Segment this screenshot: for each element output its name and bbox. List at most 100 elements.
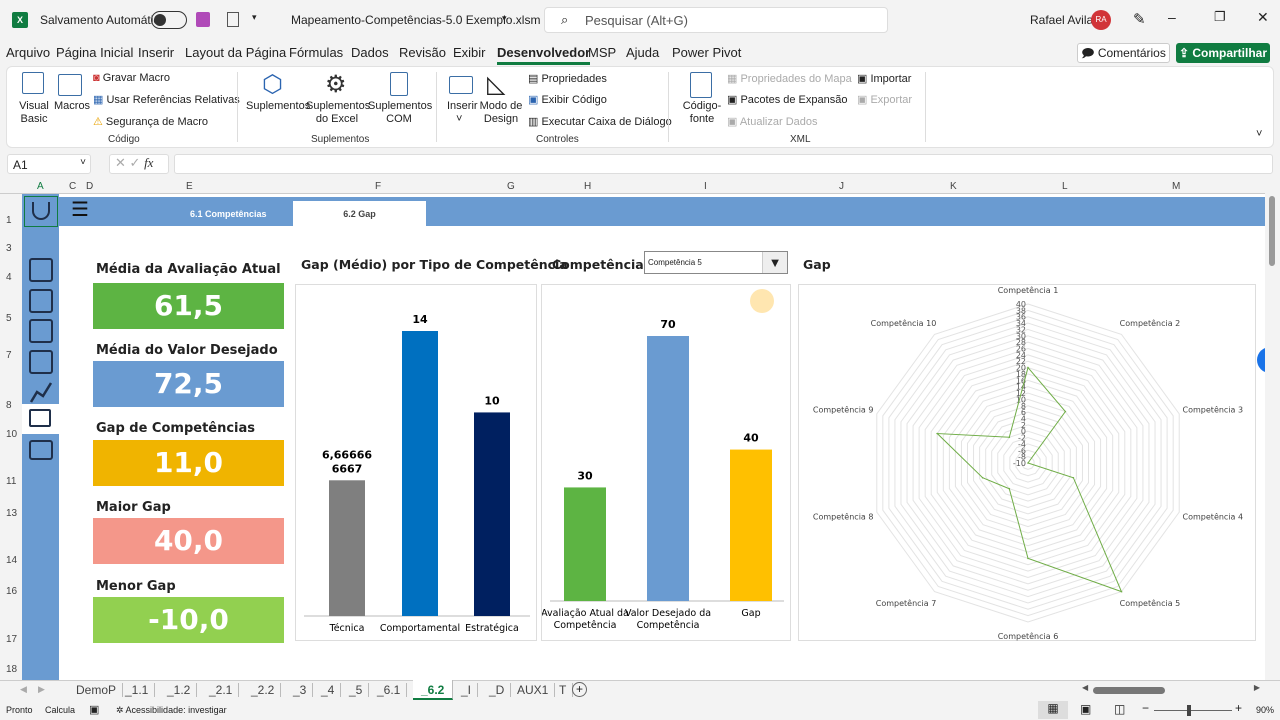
- row-header[interactable]: 10: [6, 429, 17, 440]
- column-header-e[interactable]: E: [186, 181, 193, 192]
- macros-button[interactable]: Macros: [54, 100, 90, 112]
- com-addins-button[interactable]: Suplementos COM: [368, 100, 432, 126]
- name-box[interactable]: A1 ˅: [7, 154, 91, 174]
- minimize-icon[interactable]: –: [1168, 9, 1176, 25]
- row-header[interactable]: 7: [6, 350, 12, 361]
- close-icon[interactable]: ✕: [1257, 9, 1269, 26]
- add-sheet-button[interactable]: +: [572, 682, 587, 697]
- row-header[interactable]: 1: [6, 215, 12, 226]
- tab-revisao[interactable]: Revisão: [399, 45, 446, 60]
- run-dialog-button[interactable]: ▥ Executar Caixa de Diálogo: [528, 115, 672, 128]
- search-input[interactable]: Pesquisar (Alt+G): [585, 13, 688, 28]
- tab-msp[interactable]: MSP: [588, 45, 616, 60]
- visual-basic-button[interactable]: Visual Basic: [19, 100, 49, 126]
- tab-power-pivot[interactable]: Power Pivot: [672, 45, 741, 60]
- expansion-packs-button[interactable]: ▣ Pacotes de Expansão: [727, 93, 847, 106]
- sheet-tab[interactable]: _6.1: [371, 683, 408, 697]
- cancel-icon[interactable]: ✕: [115, 155, 126, 170]
- comments-button[interactable]: 🗩 Comentários: [1077, 43, 1170, 63]
- quick-access-icon[interactable]: [227, 12, 239, 27]
- horizontal-scrollbar[interactable]: ◀ ▶: [1082, 683, 1260, 696]
- file-menu-chevron-icon[interactable]: ▾: [502, 13, 507, 24]
- sheet-tab[interactable]: _D: [483, 683, 512, 697]
- book-icon[interactable]: [29, 440, 53, 460]
- share-button[interactable]: ⇪ Compartilhar: [1176, 43, 1270, 63]
- sheet-tab[interactable]: _I: [455, 683, 479, 697]
- collapse-ribbon-icon[interactable]: ˅: [1256, 128, 1262, 140]
- tab-desenvolvedor[interactable]: Desenvolvedor: [497, 45, 591, 65]
- fx-icon[interactable]: fx: [144, 155, 153, 170]
- column-header-c[interactable]: C: [69, 181, 76, 192]
- row-header[interactable]: 14: [6, 555, 17, 566]
- avatar[interactable]: RA: [1091, 10, 1111, 30]
- zoom-slider[interactable]: − +: [1142, 701, 1242, 717]
- pen-icon[interactable]: ✎: [1133, 10, 1146, 28]
- tab-inserir[interactable]: Inserir: [138, 45, 174, 60]
- search-box[interactable]: ⌕ Pesquisar (Alt+G): [544, 7, 888, 33]
- next-sheet-icon[interactable]: ▶: [38, 684, 45, 695]
- refresh-data-button[interactable]: ▣ Atualizar Dados: [727, 115, 818, 128]
- prev-sheet-icon[interactable]: ◀: [20, 684, 27, 695]
- confirm-icon[interactable]: ✓: [130, 155, 141, 170]
- accessibility-status[interactable]: ✲ Acessibilidade: investigar: [116, 705, 227, 716]
- properties-button[interactable]: ▤ Propriedades: [528, 72, 607, 85]
- view-code-button[interactable]: ▣ Exibir Código: [528, 93, 607, 106]
- tab-dados[interactable]: Dados: [351, 45, 389, 60]
- column-header-g[interactable]: G: [507, 181, 515, 192]
- tab-pagina-inicial[interactable]: Página Inicial: [56, 45, 133, 60]
- chart-radar-gap[interactable]: -10 -8 -6 -4 -2 0 2 4 6 8 10 12 14 16 18 20 22 24 26 28 30 32…: [798, 284, 1256, 641]
- insert-chevron-icon[interactable]: ˅: [456, 113, 462, 125]
- column-header-j[interactable]: J: [839, 181, 844, 192]
- source-button[interactable]: Código-fonte: [682, 100, 722, 126]
- sheet-tab[interactable]: AUX1: [511, 683, 556, 697]
- sheet-tab[interactable]: _1.1: [119, 683, 156, 697]
- customize-qat-icon[interactable]: ▾: [252, 12, 257, 23]
- chart-gap-by-type[interactable]: 6,66666 6667 Técnica 14 Comportamental 10 Estr…: [295, 284, 537, 641]
- sheet-tab[interactable]: _4: [315, 683, 342, 697]
- tab-formulas[interactable]: Fórmulas: [289, 45, 343, 60]
- competencia-dropdown[interactable]: Competência 5 ▼: [644, 251, 788, 274]
- map-properties-button[interactable]: ▦ Propriedades do Mapa: [727, 72, 852, 85]
- row-header[interactable]: 13: [6, 508, 17, 519]
- row-header[interactable]: 5: [6, 313, 12, 324]
- save-icon[interactable]: [196, 12, 210, 27]
- zoom-level[interactable]: 90%: [1256, 705, 1274, 715]
- column-header-f[interactable]: F: [375, 181, 381, 192]
- normal-view-icon[interactable]: ▦: [1038, 701, 1068, 719]
- row-header[interactable]: 17: [6, 634, 17, 645]
- vertical-scrollbar[interactable]: [1265, 178, 1280, 680]
- tab-arquivo[interactable]: Arquivo: [6, 45, 50, 60]
- row-header[interactable]: 3: [6, 243, 12, 254]
- sheet-tab[interactable]: _5: [343, 683, 370, 697]
- tab-ajuda[interactable]: Ajuda: [626, 45, 659, 60]
- sheet-tab[interactable]: _3: [287, 683, 314, 697]
- autosave-toggle[interactable]: [151, 11, 187, 29]
- sheet-tab[interactable]: _1.2: [161, 683, 198, 697]
- macro-security-button[interactable]: ⚠ Segurança de Macro: [93, 115, 208, 128]
- search-report-icon[interactable]: [29, 258, 53, 282]
- column-header-d[interactable]: D: [86, 181, 93, 192]
- row-header[interactable]: 18: [6, 664, 17, 675]
- tab-exibir[interactable]: Exibir: [453, 45, 486, 60]
- row-header[interactable]: 11: [6, 476, 16, 487]
- sheet-tab[interactable]: _2.1: [203, 683, 240, 697]
- import-button[interactable]: ▣ Importar: [857, 72, 911, 85]
- relative-refs-button[interactable]: ▦ Usar Referências Relativas: [93, 93, 240, 106]
- macro-record-icon[interactable]: ▣: [89, 703, 99, 716]
- column-header-h[interactable]: H: [584, 181, 591, 192]
- column-header-a[interactable]: A: [37, 181, 44, 192]
- suplementos-button[interactable]: Suplementos: [246, 100, 310, 112]
- line-chart-icon[interactable]: [29, 380, 53, 404]
- insert-control-button[interactable]: Inserir: [447, 100, 478, 112]
- nav-tab-6-2[interactable]: 6.2 Gap: [293, 201, 426, 226]
- page-layout-icon[interactable]: ▣: [1080, 702, 1091, 716]
- user-name[interactable]: Rafael Avila: [1030, 13, 1093, 27]
- person-list-icon[interactable]: [29, 289, 53, 313]
- design-mode-button[interactable]: Modo de Design: [478, 100, 524, 126]
- chart-competencia[interactable]: 30 Avaliação Atual da Competência 70 Valor D…: [541, 284, 791, 641]
- sidebar-active-item[interactable]: [22, 404, 59, 434]
- page-break-icon[interactable]: ◫: [1114, 702, 1125, 716]
- excel-addins-button[interactable]: Suplementos do Excel: [306, 100, 370, 126]
- clipboard-search-icon[interactable]: [29, 319, 53, 343]
- sheet-tab[interactable]: _6.2: [413, 680, 454, 700]
